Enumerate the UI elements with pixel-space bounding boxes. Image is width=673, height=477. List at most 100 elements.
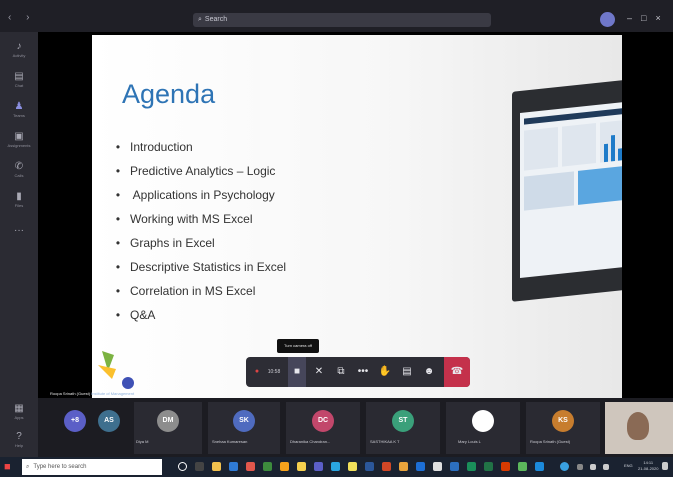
participant-tile[interactable]: DM Diya M bbox=[134, 402, 202, 454]
app-icon[interactable] bbox=[246, 462, 255, 471]
network-icon[interactable] bbox=[560, 462, 569, 471]
app-icon[interactable] bbox=[535, 462, 544, 471]
bar bbox=[618, 148, 622, 161]
participants-strip: +8 AS DM Diya M SK Snehaa Kumaresan DC D… bbox=[38, 398, 673, 457]
chevron-up-icon[interactable] bbox=[577, 464, 583, 470]
list-item: • Graphs in Excel bbox=[115, 236, 215, 250]
wifi-icon[interactable] bbox=[590, 464, 596, 470]
participant-name: Roopa Srinath (Guest) bbox=[530, 439, 571, 444]
app-rail: ♪ Activity ▤ Chat ♟ Teams ▣ Assignments ✆ Cal… bbox=[0, 32, 38, 457]
participant-name: Snehaa Kumaresan bbox=[212, 439, 248, 444]
language-indicator[interactable]: ENG bbox=[624, 463, 633, 468]
rail-item-apps[interactable]: ▦ Apps bbox=[0, 400, 38, 428]
rail-item-activity[interactable]: ♪ Activity bbox=[0, 38, 38, 66]
app-icon[interactable] bbox=[501, 462, 510, 471]
mic-off-icon: ✕ bbox=[314, 366, 324, 377]
participant-tile[interactable]: AS bbox=[94, 402, 134, 454]
raise-hand-button[interactable]: ✋ bbox=[376, 357, 394, 387]
rail-item-more[interactable]: ··· bbox=[0, 222, 38, 250]
notification-icon[interactable] bbox=[662, 462, 668, 470]
share-icon: ⧉ bbox=[337, 366, 345, 377]
slide-title: Agenda bbox=[122, 79, 216, 109]
file-explorer-icon[interactable] bbox=[212, 462, 221, 471]
avatar: DC bbox=[312, 410, 334, 432]
list-item: • Descriptive Statistics in Excel bbox=[115, 260, 287, 274]
clock[interactable]: 14:11 21-08-2020 bbox=[638, 460, 658, 472]
app-icon[interactable] bbox=[297, 462, 306, 471]
list-item: • Predictive Analytics – Logic bbox=[115, 164, 276, 178]
app-icon[interactable] bbox=[467, 462, 476, 471]
app-icon[interactable] bbox=[348, 462, 357, 471]
search-placeholder: Search bbox=[204, 16, 228, 23]
share-button[interactable]: ⧉ bbox=[332, 357, 350, 387]
taskbar-search[interactable]: ⌕ Type here to search bbox=[22, 459, 162, 475]
rail-item-chat[interactable]: ▤ Chat bbox=[0, 68, 38, 96]
participant-tile[interactable]: +8 bbox=[38, 402, 94, 454]
minimize-button[interactable]: – bbox=[627, 13, 641, 23]
participant-tile[interactable]: SK Snehaa Kumaresan bbox=[208, 402, 280, 454]
rail-item-calls[interactable]: ✆ Calls bbox=[0, 158, 38, 186]
app-icon[interactable] bbox=[518, 462, 527, 471]
bar bbox=[604, 143, 608, 163]
people-icon: ☻ bbox=[423, 366, 435, 377]
task-view-icon[interactable] bbox=[195, 462, 204, 471]
rail-item-assignments[interactable]: ▣ Assignments bbox=[0, 128, 38, 156]
avatar bbox=[472, 410, 494, 432]
avatar[interactable] bbox=[600, 12, 615, 27]
call-controls: ● 10:58 ■ ✕ ⧉ ••• ✋ ▤ ☻ ☎ bbox=[246, 357, 470, 387]
maximize-button[interactable]: □ bbox=[641, 13, 655, 23]
avatar: SK bbox=[233, 410, 255, 432]
app-icon[interactable] bbox=[433, 462, 442, 471]
tooltip: Turn camera off bbox=[277, 339, 319, 353]
avatar: +8 bbox=[64, 410, 86, 432]
self-video[interactable] bbox=[605, 402, 673, 454]
leave-button[interactable]: ☎ bbox=[444, 357, 470, 387]
list-item: • Applications in Psychology bbox=[115, 188, 275, 202]
camera-button[interactable]: ■ bbox=[288, 357, 306, 387]
list-item: • Working with MS Excel bbox=[115, 212, 253, 226]
nav-arrows[interactable]: ‹ › bbox=[8, 12, 35, 23]
phone-icon: ✆ bbox=[14, 161, 24, 172]
app-icon[interactable] bbox=[416, 462, 425, 471]
presenter-caption: Roopa Srinath (Guest) Institute of Manag… bbox=[50, 391, 134, 396]
camera-icon: ■ bbox=[293, 366, 301, 377]
search-input[interactable]: ⌕ Search bbox=[193, 13, 491, 27]
word-icon[interactable] bbox=[365, 462, 374, 471]
app-icon[interactable] bbox=[280, 462, 289, 471]
hand-icon: ✋ bbox=[378, 366, 392, 377]
chat-button[interactable]: ▤ bbox=[398, 357, 416, 387]
app-icon[interactable] bbox=[450, 462, 459, 471]
shared-slide: Agenda • Introduction • Predictive Analyti… bbox=[92, 35, 622, 400]
participants-button[interactable]: ☻ bbox=[420, 357, 438, 387]
participant-tile[interactable]: DC Dharanika Chandran... bbox=[286, 402, 360, 454]
more-actions-button[interactable]: ••• bbox=[354, 357, 372, 387]
bar bbox=[611, 135, 615, 162]
participant-tile[interactable]: Mary Louis L bbox=[446, 402, 520, 454]
app-icon[interactable] bbox=[399, 462, 408, 471]
volume-icon[interactable] bbox=[603, 464, 609, 470]
start-button[interactable]: ■ bbox=[4, 461, 16, 473]
app-icon[interactable] bbox=[263, 462, 272, 471]
powerpoint-icon[interactable] bbox=[382, 462, 391, 471]
edge-icon[interactable] bbox=[229, 462, 238, 471]
mic-button[interactable]: ✕ bbox=[310, 357, 328, 387]
dashboard-panel bbox=[524, 126, 558, 171]
teams-taskbar-icon[interactable] bbox=[314, 462, 323, 471]
chat-icon: ▤ bbox=[402, 366, 412, 377]
file-icon: ▮ bbox=[16, 191, 22, 202]
participant-tile[interactable]: ST SASTHIKAA K T bbox=[366, 402, 440, 454]
app-icon[interactable] bbox=[331, 462, 340, 471]
rail-item-files[interactable]: ▮ Files bbox=[0, 188, 38, 216]
teams-icon: ♟ bbox=[14, 101, 24, 112]
rail-item-help[interactable]: ? Help bbox=[0, 428, 38, 456]
close-button[interactable]: × bbox=[655, 13, 669, 23]
rail-item-teams[interactable]: ♟ Teams bbox=[0, 98, 38, 126]
institute-name: Institute of Management bbox=[91, 391, 135, 396]
chat-icon: ▤ bbox=[14, 71, 24, 82]
chart-panel bbox=[578, 165, 622, 205]
participant-tile[interactable]: KS Roopa Srinath (Guest) bbox=[526, 402, 600, 454]
list-item: • Q&A bbox=[115, 308, 156, 322]
cortana-icon[interactable] bbox=[178, 462, 187, 471]
hang-up-icon: ☎ bbox=[450, 366, 464, 377]
excel-icon[interactable] bbox=[484, 462, 493, 471]
